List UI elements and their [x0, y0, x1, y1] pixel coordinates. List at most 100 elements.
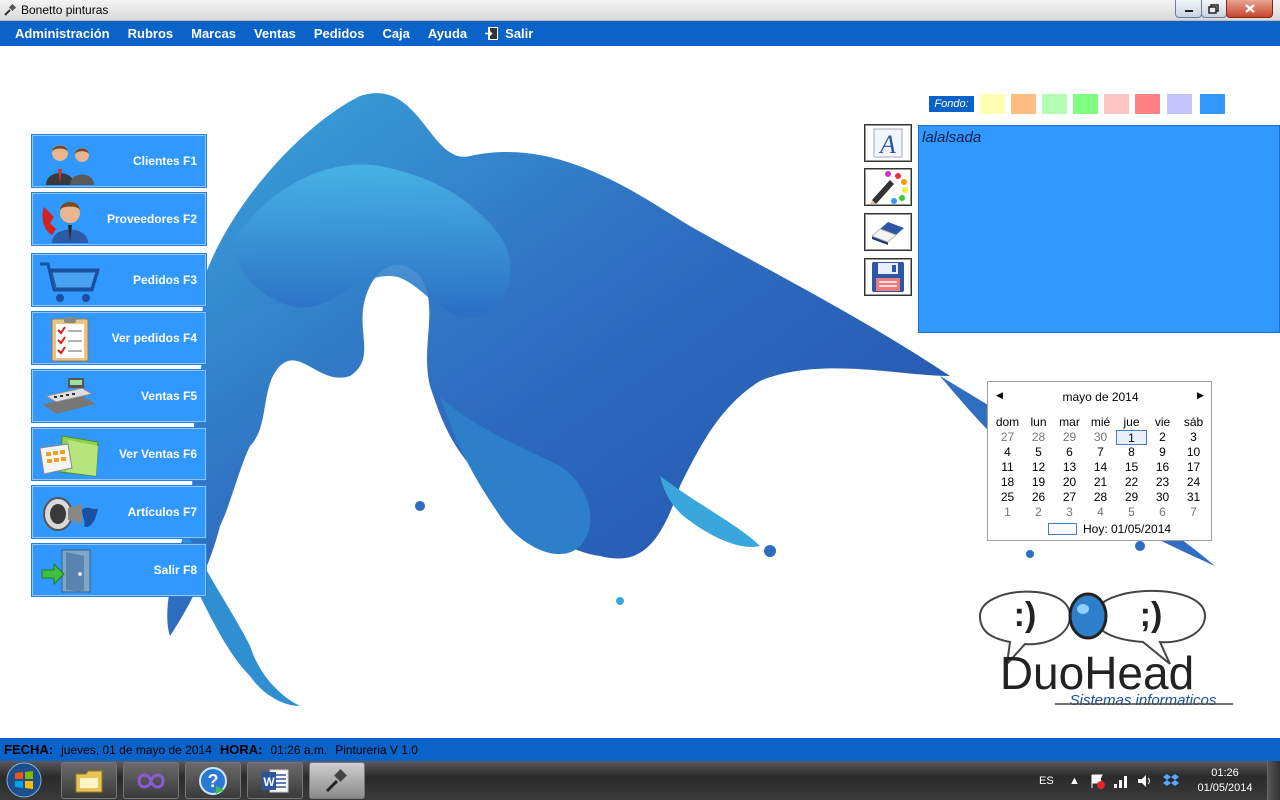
calendar-day[interactable]: 30	[1085, 430, 1116, 445]
calendar-day[interactable]: 20	[1054, 475, 1085, 490]
shopping-cart-icon	[40, 262, 100, 302]
calendar-day[interactable]: 27	[992, 430, 1023, 445]
calendar-day[interactable]: 29	[1054, 430, 1085, 445]
proveedores-label: Proveedores F2	[106, 212, 197, 226]
calendar-day[interactable]: 25	[992, 490, 1023, 505]
taskbar-paint-app[interactable]	[309, 762, 365, 799]
ver-ventas-button[interactable]: Ver Ventas F6	[31, 427, 207, 481]
month-calendar[interactable]: ◀ mayo de 2014 ▶ dom lun mar mié jue vie…	[987, 381, 1212, 541]
calendar-day[interactable]: 5	[1116, 505, 1147, 520]
calendar-day[interactable]: 17	[1178, 460, 1209, 475]
calendar-day[interactable]: 7	[1178, 505, 1209, 520]
color-button[interactable]	[864, 168, 912, 206]
calendar-day[interactable]: 29	[1116, 490, 1147, 505]
language-indicator[interactable]: ES	[1039, 761, 1054, 800]
tray-show-hidden[interactable]: ▲	[1069, 761, 1080, 800]
calendar-day[interactable]: 3	[1178, 430, 1209, 445]
show-desktop-button[interactable]	[1267, 761, 1280, 800]
weekday-label: jue	[1123, 415, 1140, 429]
calendar-day[interactable]: 13	[1054, 460, 1085, 475]
maximize-button[interactable]	[1201, 0, 1227, 18]
calendar-day[interactable]: 1	[992, 505, 1023, 520]
menu-ayuda[interactable]: Ayuda	[419, 21, 476, 46]
taskbar-explorer[interactable]	[61, 762, 117, 799]
calendar-day-today[interactable]: 1	[1116, 430, 1147, 445]
calendar-month-label[interactable]: mayo de 2014	[988, 390, 1213, 406]
swatch-red[interactable]	[1135, 94, 1160, 114]
svg-text:A: A	[878, 130, 896, 158]
calendar-day[interactable]: 26	[1023, 490, 1054, 505]
title-bar: Bonetto pinturas	[0, 0, 1280, 21]
menu-rubros[interactable]: Rubros	[119, 21, 183, 46]
tray-dropbox[interactable]	[1162, 761, 1180, 800]
erase-button[interactable]	[864, 213, 912, 251]
calendar-day[interactable]: 4	[1085, 505, 1116, 520]
proveedores-button[interactable]: Proveedores F2	[31, 192, 207, 246]
calendar-day[interactable]: 15	[1116, 460, 1147, 475]
taskbar-word[interactable]: W	[247, 762, 303, 799]
calendar-day[interactable]: 28	[1085, 490, 1116, 505]
calendar-day[interactable]: 5	[1023, 445, 1054, 460]
menu-salir[interactable]: Salir	[476, 21, 542, 46]
calendar-day[interactable]: 22	[1116, 475, 1147, 490]
weekday-label: vie	[1154, 415, 1171, 429]
calendar-day[interactable]: 30	[1147, 490, 1178, 505]
taskbar-help[interactable]: ?	[185, 762, 241, 799]
calendar-day[interactable]: 16	[1147, 460, 1178, 475]
swatch-blue[interactable]	[1200, 94, 1225, 114]
clientes-button[interactable]: Clientes F1	[31, 134, 207, 188]
ver-pedidos-button[interactable]: Ver pedidos F4	[31, 311, 207, 365]
calendar-day[interactable]: 12	[1023, 460, 1054, 475]
calendar-day[interactable]: 10	[1178, 445, 1209, 460]
calendar-day[interactable]: 4	[992, 445, 1023, 460]
menu-pedidos[interactable]: Pedidos	[305, 21, 374, 46]
calendar-day[interactable]: 19	[1023, 475, 1054, 490]
save-button[interactable]	[864, 258, 912, 296]
taskbar-visual-studio[interactable]	[123, 762, 179, 799]
calendar-day[interactable]: 3	[1054, 505, 1085, 520]
note-textarea[interactable]: lalalsada	[918, 125, 1280, 333]
close-button[interactable]	[1226, 0, 1273, 18]
duohead-logo: :) ;) DuoHead Sistemas informaticos	[978, 589, 1233, 706]
calendar-day[interactable]: 27	[1054, 490, 1085, 505]
calendar-today-link[interactable]: Hoy: 01/05/2014	[1048, 522, 1171, 536]
swatch-green[interactable]	[1073, 94, 1098, 114]
calendar-day[interactable]: 11	[992, 460, 1023, 475]
font-button[interactable]: A	[864, 124, 912, 162]
articulos-button[interactable]: Artículos F7	[31, 485, 207, 539]
ver-pedidos-label: Ver pedidos F4	[111, 331, 197, 345]
swatch-orange[interactable]	[1011, 94, 1036, 114]
calendar-day[interactable]: 14	[1085, 460, 1116, 475]
calendar-day[interactable]: 31	[1178, 490, 1209, 505]
calendar-day[interactable]: 24	[1178, 475, 1209, 490]
calendar-day[interactable]: 23	[1147, 475, 1178, 490]
calendar-next-button[interactable]: ▶	[1197, 390, 1204, 401]
calendar-day[interactable]: 21	[1085, 475, 1116, 490]
menu-ventas[interactable]: Ventas	[245, 21, 305, 46]
menu-caja[interactable]: Caja	[373, 21, 418, 46]
salir-button[interactable]: Salir F8	[31, 543, 207, 597]
calendar-day[interactable]: 6	[1147, 505, 1178, 520]
calendar-day[interactable]: 6	[1054, 445, 1085, 460]
swatch-light-pink[interactable]	[1104, 94, 1129, 114]
menu-administracion[interactable]: Administración	[6, 21, 119, 46]
calendar-day[interactable]: 2	[1023, 505, 1054, 520]
calendar-day[interactable]: 7	[1085, 445, 1116, 460]
calendar-day[interactable]: 18	[992, 475, 1023, 490]
tray-network[interactable]	[1113, 761, 1129, 800]
system-clock[interactable]: 01:26 01/05/2014	[1192, 766, 1258, 796]
calendar-day[interactable]: 9	[1147, 445, 1178, 460]
tray-volume[interactable]	[1137, 761, 1153, 800]
calendar-day[interactable]: 28	[1023, 430, 1054, 445]
calendar-day[interactable]: 2	[1147, 430, 1178, 445]
start-button[interactable]	[4, 762, 44, 799]
pedidos-button[interactable]: Pedidos F3	[31, 253, 207, 307]
ventas-button[interactable]: Ventas F5	[31, 369, 207, 423]
swatch-lavender[interactable]	[1167, 94, 1192, 114]
tray-action-center[interactable]	[1089, 761, 1105, 800]
swatch-light-yellow[interactable]	[980, 94, 1005, 114]
swatch-light-green[interactable]	[1042, 94, 1067, 114]
minimize-button[interactable]	[1175, 0, 1202, 18]
menu-marcas[interactable]: Marcas	[182, 21, 245, 46]
calendar-day[interactable]: 8	[1116, 445, 1147, 460]
